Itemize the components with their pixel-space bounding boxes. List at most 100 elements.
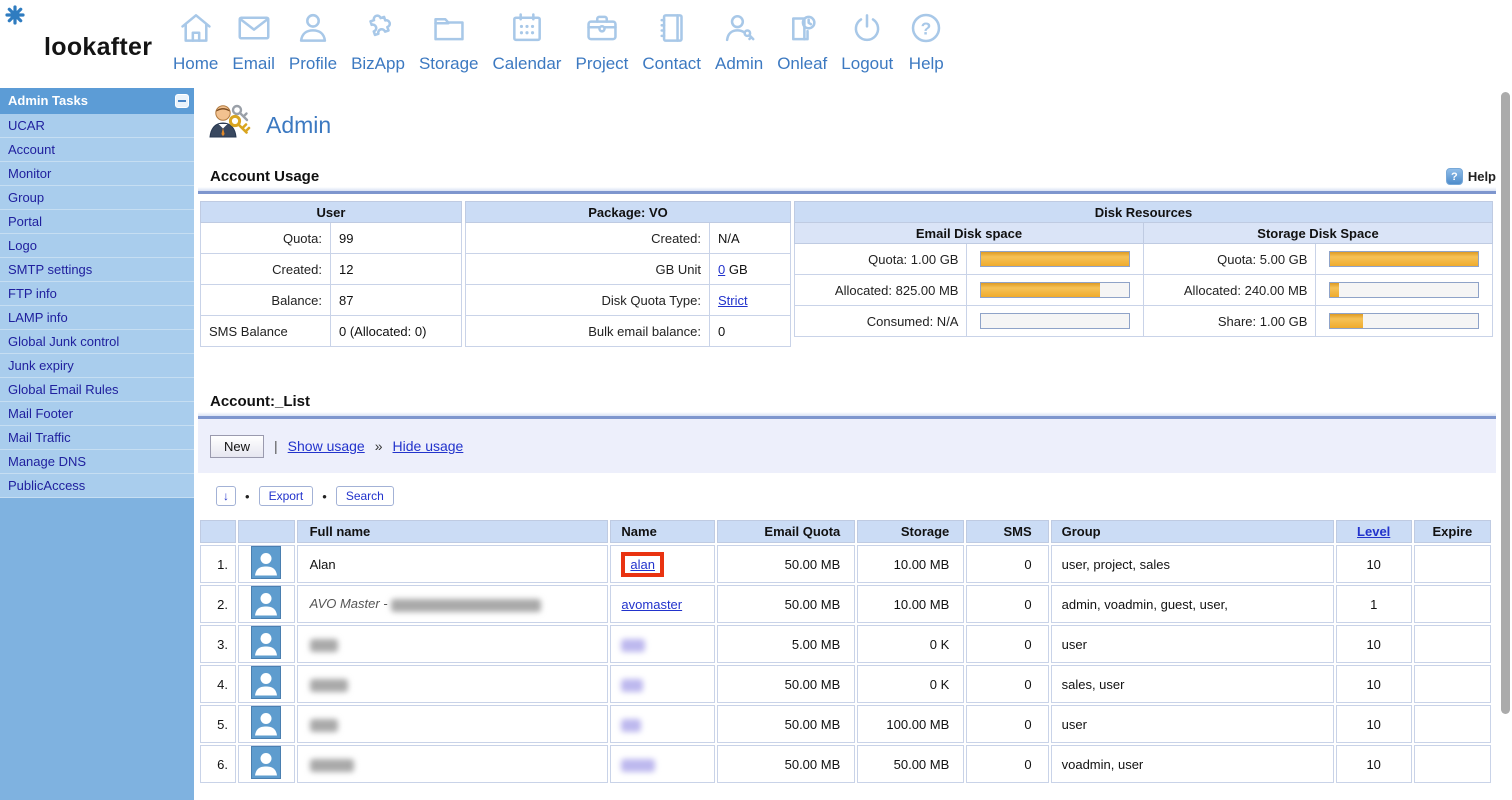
nav-item-bizapp[interactable]: BizApp	[351, 8, 405, 74]
email-disk-space-header: Email Disk space	[794, 222, 1144, 244]
sidebar-item-group[interactable]: Group	[0, 186, 194, 210]
nav-label: Storage	[418, 54, 479, 73]
nav-item-logout[interactable]: Logout	[841, 8, 893, 74]
table-row: 5. 50.00 MB 100.00 MB 0 user 10	[200, 705, 1491, 743]
nav-item-home[interactable]: Home	[173, 8, 218, 74]
col-header-avatar	[238, 520, 295, 543]
storage-share-label: Share: 1.00 GB	[1142, 305, 1317, 337]
search-button[interactable]: Search	[335, 486, 394, 506]
user-balance-value: 87	[330, 284, 462, 316]
redacted-link[interactable]	[621, 718, 642, 732]
redacted-text	[309, 718, 338, 732]
account-link-alan[interactable]: alan	[630, 557, 655, 572]
user-avatar-icon	[251, 626, 282, 662]
nav-item-contact[interactable]: Contact	[642, 8, 701, 74]
col-header-storage: Storage	[857, 520, 965, 543]
help-link[interactable]: ? Help	[1445, 168, 1496, 185]
full-name-cell	[296, 665, 609, 703]
hide-usage-link[interactable]: Hide usage	[393, 438, 464, 454]
highlight-box: alan	[621, 551, 664, 577]
sidebar-item-mail-footer[interactable]: Mail Footer	[0, 402, 194, 426]
row-index: 6.	[200, 745, 237, 783]
nav-item-storage[interactable]: Storage	[418, 8, 479, 74]
nav-item-profile[interactable]: Profile	[289, 8, 337, 74]
level-sort-link[interactable]: Level	[1357, 524, 1390, 539]
sidebar-item-smtp-settings[interactable]: SMTP settings	[0, 258, 194, 282]
sms-cell: 0	[966, 625, 1049, 663]
table-header-row: Full name Name Email Quota Storage SMS G…	[200, 520, 1491, 543]
nav-item-help[interactable]: ? Help	[907, 8, 945, 74]
sidebar-item-monitor[interactable]: Monitor	[0, 162, 194, 186]
nav-item-onleaf[interactable]: Onleaf	[777, 8, 827, 74]
package-created-value: N/A	[709, 222, 791, 254]
package-quota-type-label: Disk Quota Type:	[465, 284, 710, 316]
top-bar: lookafter Home Email Profile BizApp Stor…	[0, 0, 1512, 88]
help-icon: ?	[1445, 168, 1463, 185]
sidebar-item-portal[interactable]: Portal	[0, 210, 194, 234]
table-row: 4. 50.00 MB 0 K 0 sales, user 10	[200, 665, 1491, 703]
storage-disk-space-header: Storage Disk Space	[1142, 222, 1494, 244]
email-quota-label: Quota: 1.00 GB	[793, 243, 968, 275]
sidebar-item-ftp-info[interactable]: FTP info	[0, 282, 194, 306]
redacted-link[interactable]	[621, 678, 644, 692]
storage-share-bar-fill	[1330, 314, 1363, 328]
avatar-cell	[238, 665, 295, 703]
redacted-text	[309, 638, 338, 652]
storage-quota-bar-fill	[1330, 252, 1479, 266]
nav-item-email[interactable]: Email	[232, 8, 275, 74]
group-cell: user	[1050, 705, 1334, 743]
expire-cell	[1413, 665, 1491, 703]
user-quota-label: Quota:	[200, 222, 331, 254]
user-quota-value: 99	[330, 222, 462, 254]
collapse-icon[interactable]	[175, 94, 189, 108]
toolbar-separator: |	[274, 438, 278, 454]
admin-person-key-icon	[204, 101, 252, 150]
sidebar-item-mail-traffic[interactable]: Mail Traffic	[0, 426, 194, 450]
nav-label: Email	[232, 54, 275, 73]
sidebar-item-manage-dns[interactable]: Manage DNS	[0, 450, 194, 474]
sidebar-item-ucar[interactable]: UCAR	[0, 114, 194, 138]
avatar-cell	[238, 745, 295, 783]
nav-item-project[interactable]: Project	[575, 8, 628, 74]
group-cell: voadmin, user	[1050, 745, 1334, 783]
sidebar-item-junk-expiry[interactable]: Junk expiry	[0, 354, 194, 378]
account-link-avomaster[interactable]: avomaster	[621, 597, 682, 612]
package-table: Package: VO Created: N/A GB Unit 0 GB Di…	[465, 201, 791, 347]
sidebar-item-account[interactable]: Account	[0, 138, 194, 162]
gb-unit-suffix: GB	[725, 261, 748, 277]
storage-cell: 100.00 MB	[857, 705, 965, 743]
redacted-link[interactable]	[621, 758, 656, 772]
storage-cell: 0 K	[857, 665, 965, 703]
email-quota-cell: 5.00 MB	[717, 625, 856, 663]
show-usage-link[interactable]: Show usage	[288, 438, 365, 454]
account-list-table: Full name Name Email Quota Storage SMS G…	[198, 518, 1493, 785]
logo-lookafter: lookafter	[44, 33, 153, 61]
package-bulk-value: 0	[709, 315, 791, 347]
nav-item-admin[interactable]: Admin	[715, 8, 763, 74]
sort-button[interactable]: ↓	[216, 486, 236, 506]
table-row: 3. 5.00 MB 0 K 0 user 10	[200, 625, 1491, 663]
sidebar-item-logo[interactable]: Logo	[0, 234, 194, 258]
puzzle-icon	[359, 8, 397, 53]
arrow-down-icon: ↓	[223, 489, 229, 503]
email-quota-bar-fill	[981, 252, 1130, 266]
sidebar-item-publicaccess[interactable]: PublicAccess	[0, 474, 194, 498]
sidebar-item-global-email-rules[interactable]: Global Email Rules	[0, 378, 194, 402]
calendar-icon	[508, 8, 546, 53]
admin-tasks-sidebar: Admin Tasks UCAR Account Monitor Group P…	[0, 88, 194, 800]
export-button[interactable]: Export	[258, 486, 314, 506]
storage-cell: 10.00 MB	[857, 585, 965, 623]
email-quota-cell: 50.00 MB	[717, 705, 856, 743]
full-name-cell	[296, 705, 609, 743]
quota-type-link[interactable]: Strict	[718, 293, 748, 308]
sidebar-item-global-junk-control[interactable]: Global Junk control	[0, 330, 194, 354]
level-cell: 1	[1335, 585, 1412, 623]
new-button[interactable]: New	[210, 434, 265, 458]
sidebar-item-lamp-info[interactable]: LAMP info	[0, 306, 194, 330]
list-actions-row: ↓ • Export • Search	[216, 486, 1512, 506]
page-title: Admin	[266, 111, 332, 138]
nav-item-calendar[interactable]: Calendar	[492, 8, 561, 74]
redacted-text	[309, 758, 354, 772]
vertical-scrollbar-thumb[interactable]	[1501, 92, 1510, 714]
redacted-link[interactable]	[621, 638, 646, 652]
